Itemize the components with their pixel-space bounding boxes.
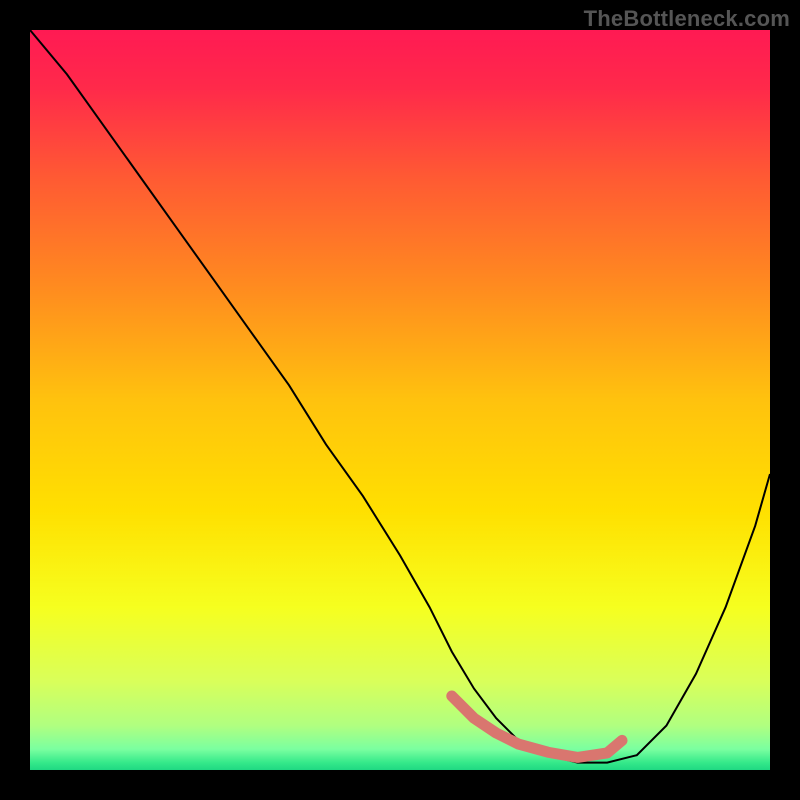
watermark-text: TheBottleneck.com: [584, 6, 790, 32]
chart-canvas: [0, 0, 800, 800]
chart-frame: TheBottleneck.com: [0, 0, 800, 800]
plot-background: [30, 30, 770, 770]
